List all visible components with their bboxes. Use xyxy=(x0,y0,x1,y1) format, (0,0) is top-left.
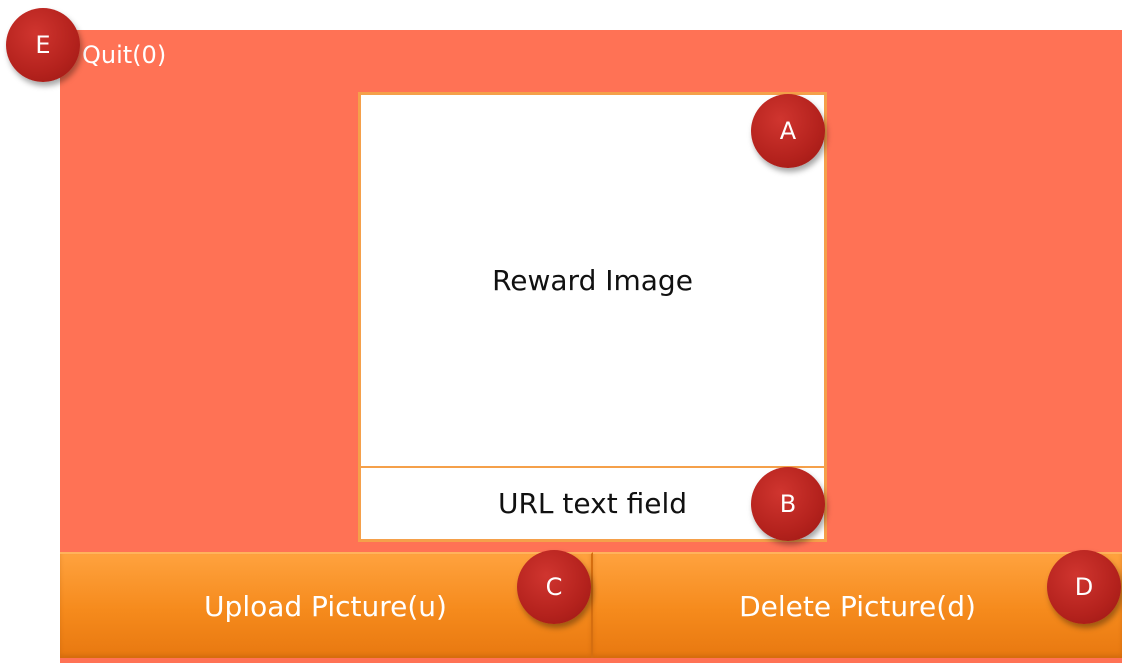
delete-picture-button[interactable]: Delete Picture(d) xyxy=(593,552,1122,658)
callout-badge-b: B xyxy=(751,467,825,541)
wireframe-canvas: Quit(0) Reward Image URL text field Uplo… xyxy=(0,0,1122,663)
url-field-label: URL text field xyxy=(497,487,688,520)
callout-badge-d-label: D xyxy=(1074,573,1094,601)
callout-badge-b-label: B xyxy=(779,490,797,518)
upload-picture-label: Upload Picture(u) xyxy=(204,589,447,623)
callout-badge-a-label: A xyxy=(779,117,797,145)
delete-picture-label: Delete Picture(d) xyxy=(739,589,976,623)
callout-badge-c-label: C xyxy=(545,573,563,601)
upload-picture-button[interactable]: Upload Picture(u) xyxy=(60,552,593,658)
quit-button[interactable]: Quit(0) xyxy=(82,40,166,70)
reward-image-label: Reward Image xyxy=(492,264,693,297)
callout-badge-c: C xyxy=(517,550,591,624)
callout-badge-e: E xyxy=(6,8,80,82)
callout-badge-d: D xyxy=(1047,550,1121,624)
callout-badge-e-label: E xyxy=(35,31,51,59)
callout-badge-a: A xyxy=(751,94,825,168)
